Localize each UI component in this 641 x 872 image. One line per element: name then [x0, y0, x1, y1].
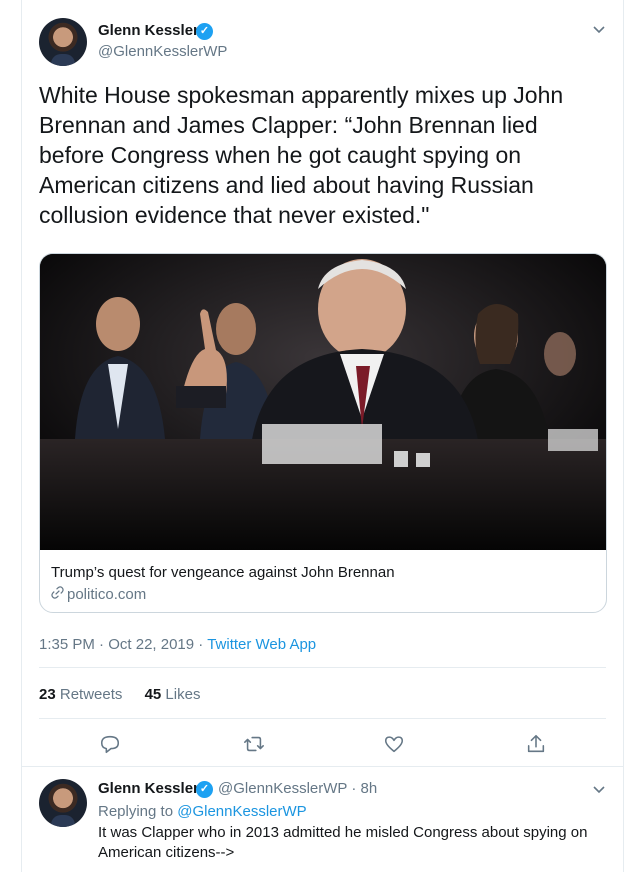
timeline-border-left — [21, 0, 22, 872]
tweet-stats: 23 Retweets 45 Likes — [39, 686, 200, 703]
reply-handle-line: @GlennKesslerWP · 8h — [218, 780, 377, 797]
tweet-page: Glenn Kessler ✓ @GlennKesslerWP White Ho… — [0, 0, 641, 872]
card-domain-text: politico.com — [67, 586, 147, 603]
retweets-count: 23 — [39, 686, 56, 703]
reply-time[interactable]: 8h — [361, 780, 378, 797]
retweet-icon[interactable] — [243, 733, 265, 755]
tweet-date[interactable]: Oct 22, 2019 — [108, 636, 194, 653]
card-image[interactable] — [40, 254, 606, 550]
verified-icon: ✓ — [196, 23, 213, 40]
reply-icon[interactable] — [99, 733, 121, 755]
likes-count: 45 — [144, 686, 162, 703]
chevron-down-icon[interactable] — [592, 782, 606, 796]
retweets-label: Retweets — [59, 686, 123, 703]
reply-author-handle[interactable]: @GlennKesslerWP — [218, 780, 347, 797]
tweet-time[interactable]: 1:35 PM — [39, 636, 95, 653]
meta-separator: · — [99, 636, 105, 653]
reply-author-name[interactable]: Glenn Kessler — [98, 780, 199, 797]
reply-text: It was Clapper who in 2013 admitted he m… — [98, 824, 588, 861]
link-card[interactable]: Trump’s quest for vengeance against John… — [39, 253, 607, 613]
card-domain[interactable]: politico.com — [51, 586, 146, 603]
share-icon[interactable] — [525, 733, 547, 755]
meta-separator: · — [198, 636, 204, 653]
tweet-text: White House spokesman apparently mixes u… — [39, 82, 564, 228]
replying-to: Replying to @GlennKesslerWP — [98, 803, 307, 820]
card-title[interactable]: Trump’s quest for vengeance against John… — [51, 564, 395, 581]
avatar[interactable] — [39, 18, 87, 66]
divider — [39, 667, 606, 668]
reply-avatar[interactable] — [39, 779, 87, 827]
likes-label: Likes — [165, 686, 201, 703]
chevron-down-icon[interactable] — [592, 22, 606, 36]
link-icon — [51, 586, 64, 603]
likes-stat[interactable]: 45 Likes — [145, 686, 201, 703]
verified-icon: ✓ — [196, 781, 213, 798]
meta-separator: · — [351, 780, 357, 797]
retweets-stat[interactable]: 23 Retweets — [39, 686, 122, 703]
author-handle[interactable]: @GlennKesslerWP — [98, 43, 227, 60]
timeline-border-right — [623, 0, 624, 872]
replying-to-handle[interactable]: @GlennKesslerWP — [177, 803, 306, 820]
source-app-link[interactable]: Twitter Web App — [207, 636, 316, 653]
reply-author-name-text: Glenn Kessler — [98, 780, 199, 797]
replying-to-label: Replying to — [98, 803, 174, 820]
reply-separator — [21, 766, 624, 767]
like-icon[interactable] — [383, 733, 405, 755]
tweet-meta: 1:35 PM · Oct 22, 2019 · Twitter Web App — [39, 636, 316, 653]
divider — [39, 718, 606, 719]
author-name[interactable]: Glenn Kessler — [98, 22, 199, 39]
